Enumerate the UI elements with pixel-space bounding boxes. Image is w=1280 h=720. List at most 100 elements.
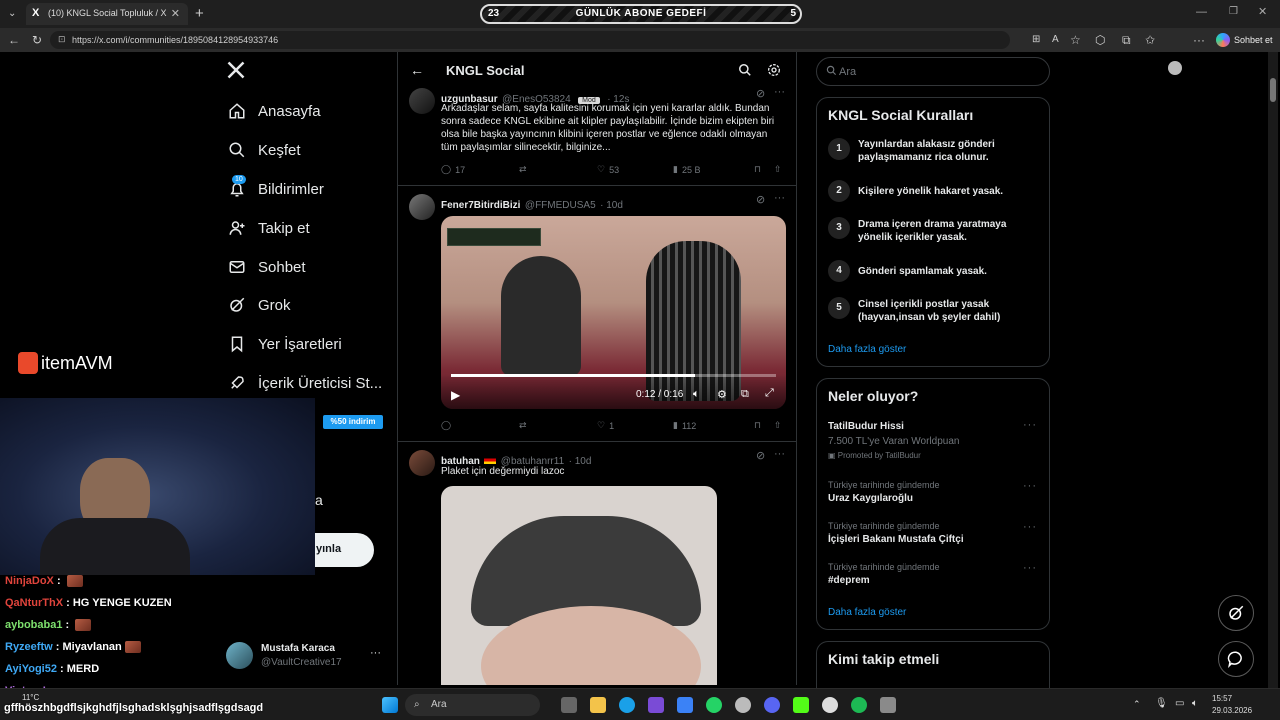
tweet-more-icon[interactable]: ··· [774, 86, 785, 98]
retweet-button[interactable]: ⇄ [519, 420, 527, 431]
nav-grok[interactable]: Grok [226, 293, 291, 317]
task-view-icon[interactable] [561, 697, 577, 713]
messages-fab-button[interactable] [1218, 641, 1254, 677]
trend-title[interactable]: Uraz Kaygılaroğlu [828, 493, 913, 504]
grok-explain-icon[interactable]: ⊘ [756, 87, 765, 100]
pip-icon[interactable]: ⧉ [741, 388, 749, 401]
tweet[interactable]: uzgunbasur @EnesO53824 Mod · 12s ⊘ ··· A… [398, 86, 796, 184]
minimize-icon[interactable]: — [1196, 6, 1207, 18]
views-button[interactable]: ▮ 112 [673, 420, 696, 431]
views-button[interactable]: ▮ 25 B [673, 164, 700, 175]
trend-more-icon[interactable]: ··· [1023, 562, 1037, 574]
nav-bookmarks[interactable]: Yer İşaretleri [226, 332, 342, 356]
app-view-icon[interactable]: ⊞ [1032, 33, 1040, 47]
nav-notifications[interactable]: 10 Bildirimler [226, 175, 324, 201]
nav-explore[interactable]: Keşfet [226, 138, 301, 162]
kick-icon[interactable] [793, 697, 809, 713]
refresh-icon[interactable]: ↻ [32, 33, 42, 47]
tweet-avatar[interactable] [409, 194, 435, 220]
url-field[interactable]: ⊡ https://x.com/i/communities/1895084128… [50, 31, 1010, 49]
like-button[interactable]: ♡ 1 [597, 420, 614, 431]
nav-chat[interactable]: Sohbet [226, 255, 306, 279]
browser-tab[interactable]: X (10) KNGL Social Topluluk / X ✕ [26, 3, 188, 25]
tweet-more-icon[interactable]: ··· [774, 448, 785, 460]
back-arrow-icon[interactable]: ← [410, 62, 424, 78]
speaker-icon[interactable]: 🔈︎ [1192, 698, 1198, 709]
obs-icon[interactable] [822, 697, 838, 713]
page-scrollbar[interactable] [1268, 52, 1278, 688]
weather-text[interactable]: 11°C [22, 693, 39, 702]
tweet-more-icon[interactable]: ··· [774, 192, 785, 204]
new-tab-icon[interactable]: + [195, 5, 204, 22]
tweet[interactable]: batuhan @batuhanrr11 · 10d ⊘ ··· Plaket … [398, 448, 796, 685]
tray-chevron-icon[interactable]: ⌃ [1133, 699, 1141, 710]
back-icon[interactable]: ← [8, 33, 20, 47]
x-logo-icon[interactable] [226, 60, 246, 80]
share-button[interactable]: ⇧ [774, 164, 782, 175]
tweet[interactable]: Fener7BitirdiBizi @FFMEDUSA5 · 10d ⊘ ···… [398, 192, 796, 440]
like-button[interactable]: ♡ 53 [597, 164, 619, 175]
tweet-avatar[interactable] [409, 88, 435, 114]
video-progress-track[interactable] [451, 374, 776, 377]
reply-button[interactable]: ◯ [441, 420, 451, 431]
whatsapp-icon[interactable] [706, 697, 722, 713]
account-more-icon[interactable]: ··· [370, 647, 381, 659]
volume-icon[interactable]: 🔈︎ [693, 388, 700, 401]
taskbar-search-input[interactable]: ⌕ Ara [405, 694, 540, 716]
tweet-video[interactable]: ▶ 0:12 / 0:16 🔈︎ ⚙ ⧉ ⤢ [441, 216, 786, 409]
trend-more-icon[interactable]: ··· [1023, 480, 1037, 492]
trends-show-more-link[interactable]: Daha fazla göster [828, 607, 906, 618]
share-button[interactable]: ⇧ [774, 420, 782, 431]
edge-icon[interactable] [619, 697, 635, 713]
tweet-author-name[interactable]: Fener7BitirdiBizi [441, 200, 520, 211]
tweet-image[interactable] [441, 486, 717, 685]
retweet-button[interactable]: ⇄ [519, 164, 527, 175]
right-search-input[interactable]: Ara [816, 57, 1050, 86]
site-info-icon[interactable]: ⊡ [58, 34, 66, 45]
clock-time[interactable]: 15:57 [1212, 694, 1232, 703]
settings-app-icon[interactable] [880, 697, 896, 713]
grok-explain-icon[interactable]: ⊘ [756, 193, 765, 206]
profile-avatar-icon[interactable] [1168, 61, 1182, 75]
close-tab-icon[interactable]: ✕ [171, 7, 180, 20]
favorite-star-icon[interactable]: ☆ [1070, 33, 1081, 47]
trend-more-icon[interactable]: ··· [1023, 521, 1037, 533]
windows-start-icon[interactable] [382, 697, 398, 713]
restore-icon[interactable]: ❐ [1229, 6, 1238, 17]
extensions-icon[interactable]: ⬡ [1095, 33, 1105, 47]
split-screen-icon[interactable]: ⧉ [1122, 33, 1131, 47]
discord-icon[interactable] [764, 697, 780, 713]
nav-follow[interactable]: Takip et [226, 216, 310, 240]
fullscreen-icon[interactable]: ⤢ [765, 387, 774, 400]
tweet-author-handle[interactable]: @FFMEDUSA5 [525, 200, 596, 211]
mic-icon[interactable]: 🎙︎ [1155, 698, 1168, 709]
settings-gear-icon[interactable] [766, 62, 782, 78]
account-switcher[interactable]: Mustafa Karaca @VaultCreative17 ··· [226, 641, 386, 671]
feed-search-icon[interactable] [738, 63, 752, 77]
bookmark-button[interactable]: ⊓ [754, 420, 761, 431]
copilot-chat-button[interactable]: Sohbet et [1214, 31, 1276, 49]
trend-more-icon[interactable]: ··· [1023, 419, 1037, 431]
file-explorer-icon[interactable] [590, 697, 606, 713]
bookmark-button[interactable]: ⊓ [754, 164, 761, 175]
nav-home[interactable]: Anasayfa [226, 99, 321, 123]
network-icon[interactable]: ▭ [1175, 698, 1184, 709]
read-aloud-icon[interactable]: A [1052, 33, 1059, 47]
mail-app-icon[interactable] [677, 697, 693, 713]
play-icon[interactable]: ▶ [451, 388, 460, 402]
favorites-icon[interactable]: ✩ [1145, 33, 1155, 47]
nav-creator-studio[interactable]: İçerik Üreticisi St... [226, 371, 382, 395]
rules-show-more-link[interactable]: Daha fazla göster [828, 344, 906, 355]
app-icon[interactable] [735, 697, 751, 713]
tab-list-chevron-icon[interactable]: ⌄ [8, 8, 16, 19]
video-settings-icon[interactable]: ⚙ [717, 388, 727, 401]
trend-title[interactable]: #deprem [828, 575, 870, 586]
store-icon[interactable] [648, 697, 664, 713]
reply-button[interactable]: ◯ 17 [441, 164, 465, 175]
grok-fab-button[interactable] [1218, 595, 1254, 631]
tweet-avatar[interactable] [409, 450, 435, 476]
spotify-icon[interactable] [851, 697, 867, 713]
clock-date[interactable]: 29.03.2026 [1212, 706, 1252, 715]
trend-title[interactable]: İçişleri Bakanı Mustafa Çiftçi [828, 534, 964, 545]
scrollbar-thumb[interactable] [1270, 78, 1276, 102]
